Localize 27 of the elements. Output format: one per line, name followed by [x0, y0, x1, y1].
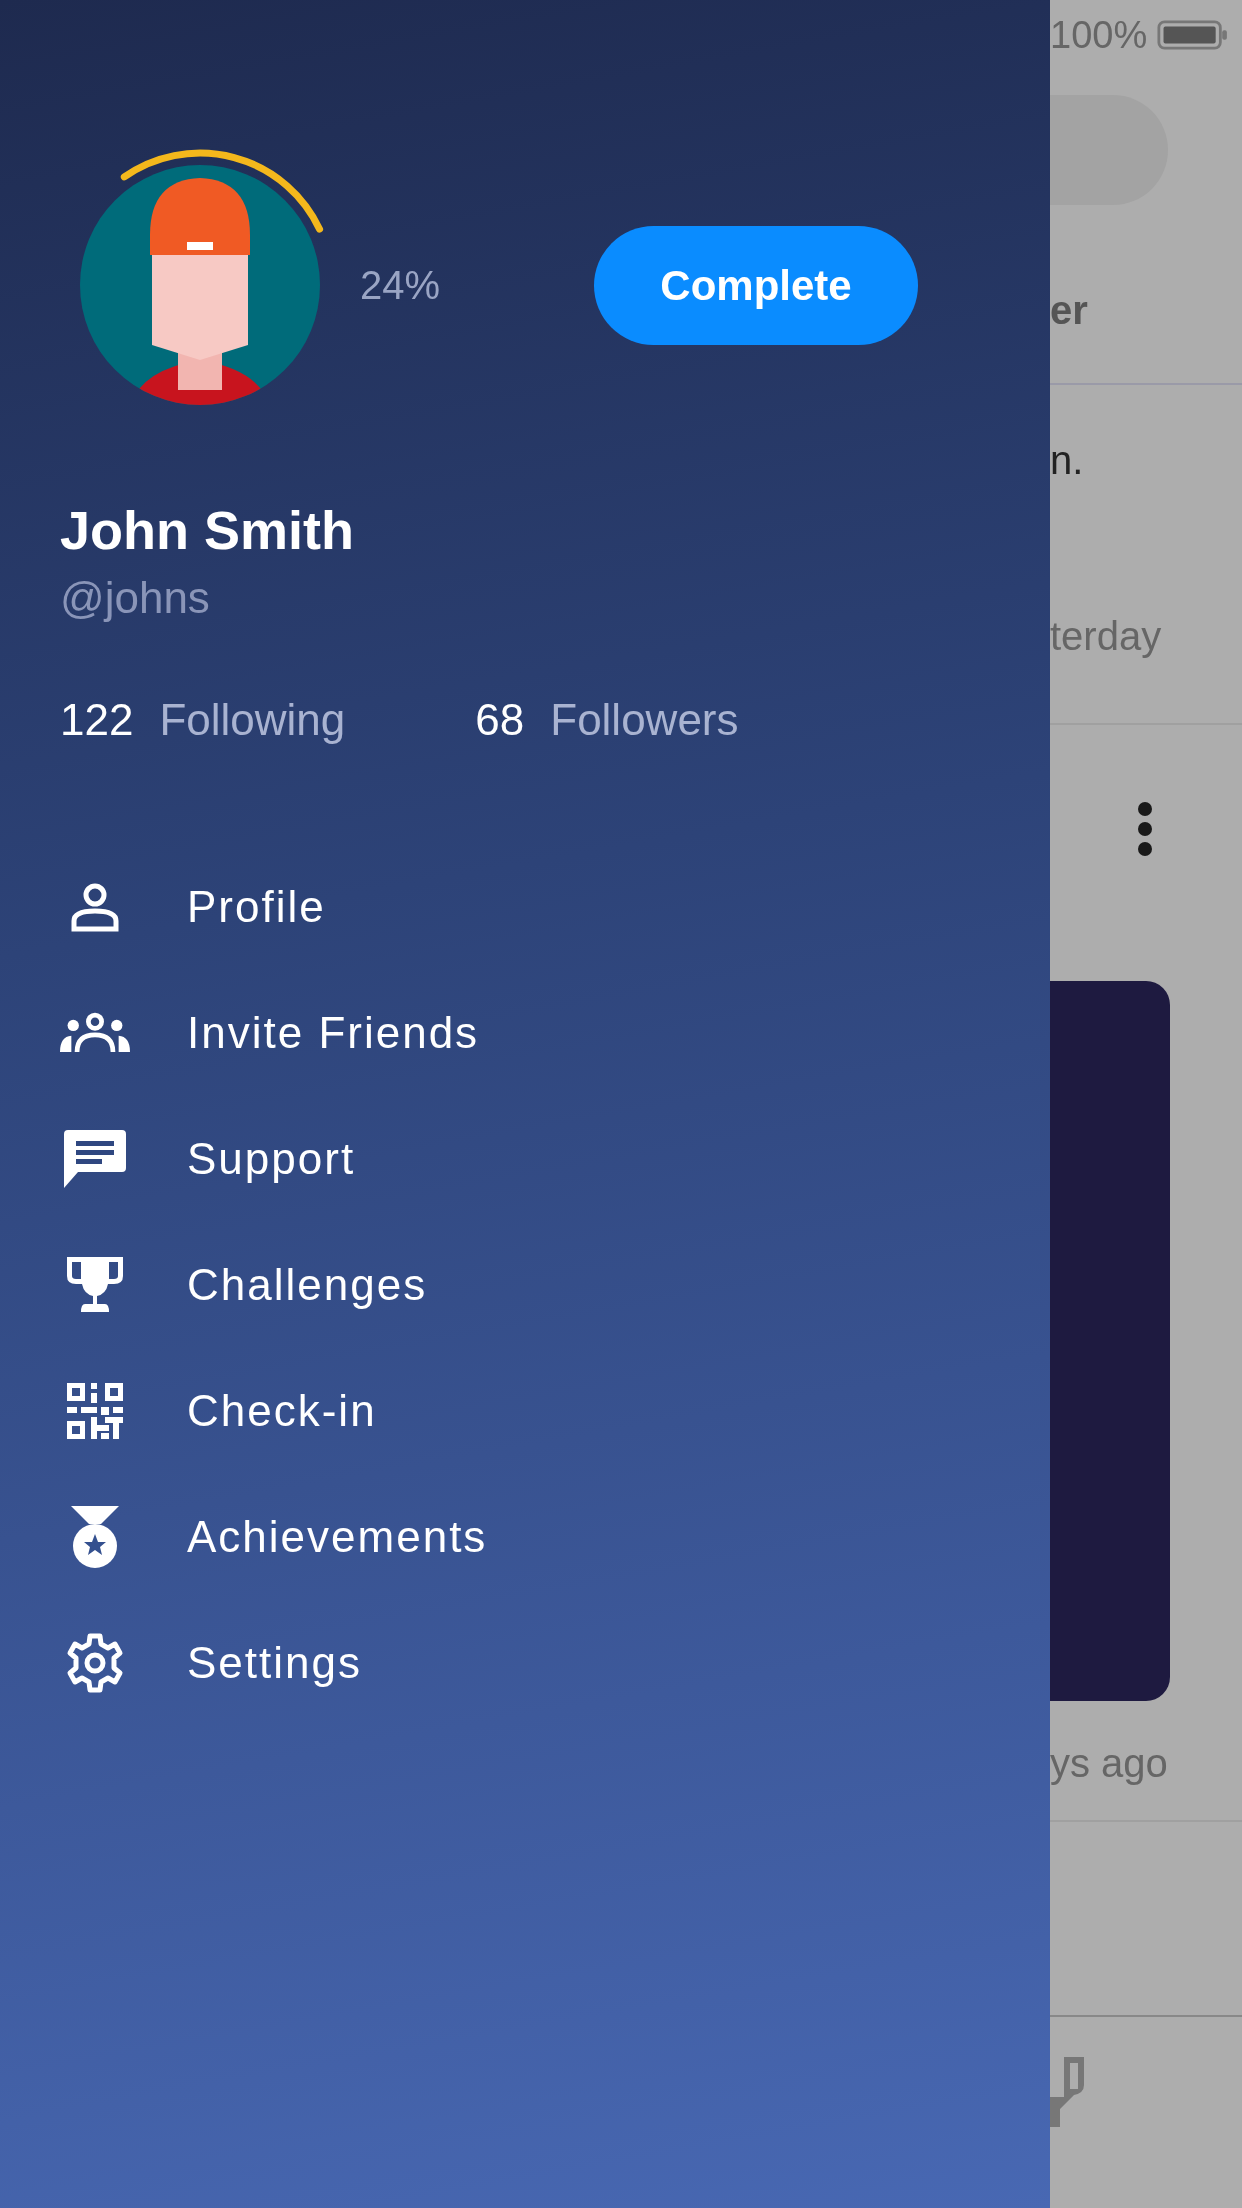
menu-item[interactable]: Challenges: [60, 1222, 428, 1348]
stat-label: Followers: [550, 694, 739, 746]
post-text: n.: [1050, 437, 1085, 484]
menu-item[interactable]: Invite Friends: [60, 970, 480, 1096]
menu-item[interactable]: Support: [60, 1096, 356, 1222]
stat-label: Following: [159, 694, 346, 746]
menu-item[interactable]: Check-in: [60, 1348, 377, 1474]
settings-icon: [65, 1633, 125, 1693]
stat-count: 68: [475, 694, 525, 746]
medal-icon: [71, 1506, 119, 1568]
battery-icon: [1157, 19, 1228, 51]
menu-item[interactable]: Achievements: [60, 1474, 488, 1600]
menu-item[interactable]: Profile: [60, 844, 326, 970]
more-icon[interactable]: [1137, 801, 1153, 857]
qr-code-icon: [67, 1383, 123, 1439]
search-field[interactable]: [1050, 95, 1168, 205]
person-icon: [69, 881, 121, 933]
people-icon: [60, 1011, 130, 1055]
progress-percent: 24%: [360, 262, 441, 309]
menu-item[interactable]: Settings: [60, 1600, 362, 1726]
user-handle: @johns: [60, 572, 211, 624]
card-time: ys ago: [1050, 1740, 1169, 1787]
user-name: John Smith: [60, 499, 355, 562]
post-time: terday: [1050, 613, 1163, 660]
stat-count: 122: [60, 694, 134, 746]
chat-icon: [64, 1128, 126, 1190]
battery-percent: 100%: [1050, 12, 1148, 58]
